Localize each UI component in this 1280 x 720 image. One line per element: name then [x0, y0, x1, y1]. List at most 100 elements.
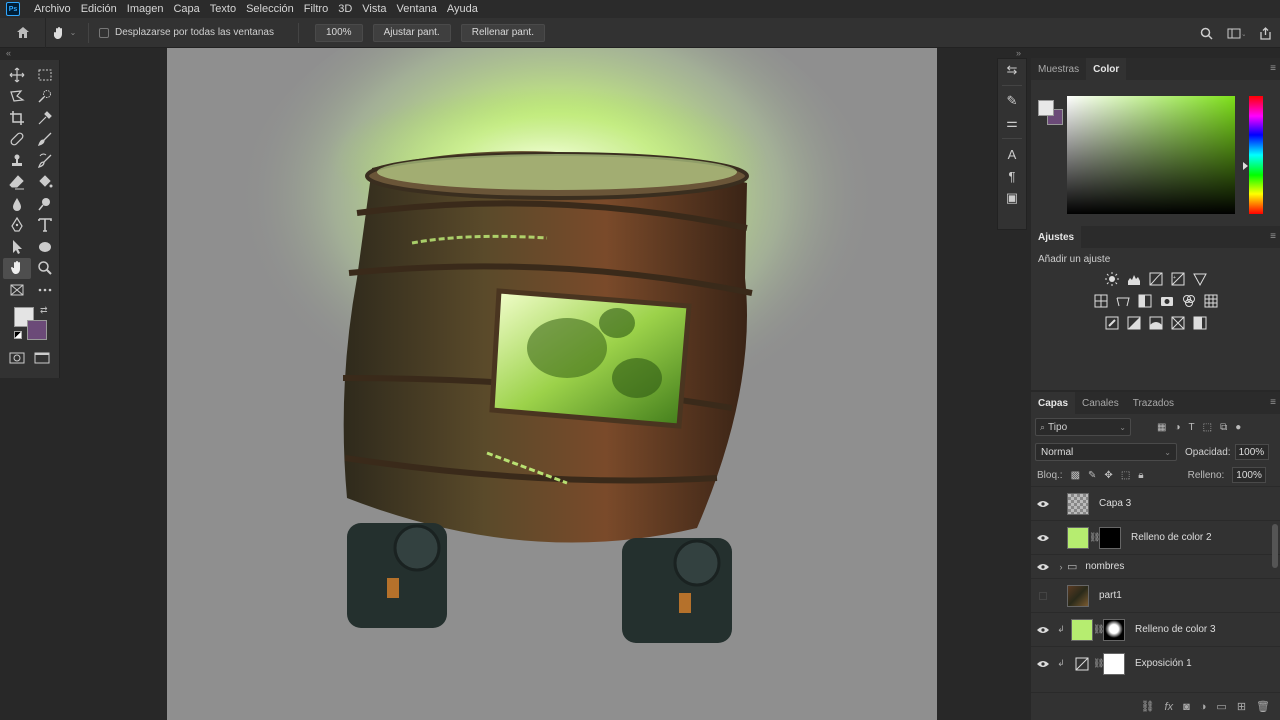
- share-icon[interactable]: [1259, 26, 1272, 40]
- eyedropper-tool[interactable]: [31, 107, 59, 129]
- history-brush-tool[interactable]: [31, 150, 59, 172]
- exposure-icon[interactable]: +: [1170, 271, 1186, 287]
- layer-row[interactable]: ↲ ⛓︎ Relleno de color 3: [1031, 612, 1280, 646]
- menu-edicion[interactable]: Edición: [77, 3, 121, 15]
- tab-color[interactable]: Color: [1086, 58, 1127, 80]
- dodge-tool[interactable]: [31, 193, 59, 215]
- shape-filter-icon[interactable]: ⬚: [1203, 422, 1212, 433]
- selective-color-icon[interactable]: [1170, 315, 1186, 331]
- menu-filtro[interactable]: Filtro: [300, 3, 332, 15]
- stamp-tool[interactable]: [3, 150, 31, 172]
- menu-3d[interactable]: 3D: [334, 3, 356, 15]
- chevron-right-icon[interactable]: ›: [1055, 562, 1067, 572]
- lock-transparency-icon[interactable]: ▩: [1071, 470, 1080, 481]
- trash-icon[interactable]: 🗑︎: [1256, 700, 1270, 713]
- type-filter-icon[interactable]: T: [1189, 422, 1195, 433]
- tab-capas[interactable]: Capas: [1031, 392, 1076, 414]
- chain-link-icon[interactable]: ⛓︎: [1089, 532, 1100, 543]
- visibility-eye-icon[interactable]: [1031, 626, 1055, 634]
- quick-mask-icon[interactable]: [9, 351, 25, 365]
- new-layer-icon[interactable]: ⊞: [1237, 700, 1246, 713]
- search-icon[interactable]: [1200, 27, 1213, 40]
- paint-bucket-tool[interactable]: [31, 172, 59, 194]
- saturation-value-field[interactable]: [1067, 96, 1235, 214]
- lock-pixels-icon[interactable]: ✎: [1088, 470, 1096, 481]
- frame-tool[interactable]: [3, 279, 31, 301]
- paragraph-icon[interactable]: ¶: [998, 165, 1026, 187]
- panel-menu-icon[interactable]: ≡: [1270, 63, 1276, 74]
- blur-tool[interactable]: [3, 193, 31, 215]
- hue-marker[interactable]: [1243, 162, 1248, 170]
- history-icon[interactable]: ⇆: [998, 59, 1026, 81]
- brightness-icon[interactable]: [1104, 271, 1120, 287]
- menu-ayuda[interactable]: Ayuda: [443, 3, 482, 15]
- menu-capa[interactable]: Capa: [169, 3, 203, 15]
- levels-icon[interactable]: [1126, 271, 1142, 287]
- layer-row[interactable]: ⛓︎ Relleno de color 2: [1031, 520, 1280, 554]
- home-button[interactable]: [0, 17, 46, 48]
- gradient-map-icon[interactable]: [1192, 315, 1208, 331]
- quick-select-tool[interactable]: [31, 86, 59, 108]
- menu-texto[interactable]: Texto: [206, 3, 240, 15]
- workspace-icon[interactable]: ⌄: [1227, 27, 1245, 40]
- zoom-tool[interactable]: [31, 258, 59, 280]
- visibility-eye-icon[interactable]: [1031, 660, 1055, 668]
- filter-toggle-icon[interactable]: ●: [1235, 422, 1241, 433]
- lock-artboard-icon[interactable]: ⬚: [1121, 470, 1130, 481]
- menu-imagen[interactable]: Imagen: [123, 3, 168, 15]
- visibility-eye-icon[interactable]: [1031, 500, 1055, 508]
- hand-tool-preset[interactable]: ⌄: [46, 26, 82, 40]
- color-lookup-icon[interactable]: [1203, 293, 1219, 309]
- panel-menu-icon[interactable]: ≡: [1270, 397, 1276, 408]
- swap-colors-icon[interactable]: ⇄: [40, 305, 48, 316]
- new-adjustment-icon[interactable]: ◑: [1200, 701, 1207, 713]
- move-tool[interactable]: [3, 64, 31, 86]
- pen-tool[interactable]: [3, 215, 31, 237]
- layers-scrollbar[interactable]: [1272, 524, 1278, 568]
- channel-mixer-icon[interactable]: [1181, 293, 1197, 309]
- link-layers-icon[interactable]: ⛓︎: [1141, 700, 1155, 713]
- chain-link-icon[interactable]: ⛓︎: [1093, 658, 1104, 669]
- fill-screen-button[interactable]: Rellenar pant.: [460, 23, 545, 42]
- eraser-tool[interactable]: [3, 172, 31, 194]
- lock-position-icon[interactable]: ✥: [1104, 470, 1112, 481]
- curves-icon[interactable]: [1148, 271, 1164, 287]
- color-foreground-swatch[interactable]: [1038, 100, 1054, 116]
- brush-settings-icon[interactable]: ✎: [998, 90, 1026, 112]
- add-mask-icon[interactable]: ◙: [1183, 701, 1190, 713]
- menu-seleccion[interactable]: Selección: [242, 3, 298, 15]
- adjustment-filter-icon[interactable]: ◑: [1174, 422, 1180, 433]
- path-select-tool[interactable]: [3, 236, 31, 258]
- layer-row[interactable]: ↲ ⛓︎ Exposición 1: [1031, 646, 1280, 680]
- smart-object-filter-icon[interactable]: ⧉: [1220, 422, 1227, 433]
- healing-brush-tool[interactable]: [3, 129, 31, 151]
- invert-icon[interactable]: [1104, 315, 1120, 331]
- document-canvas[interactable]: [167, 48, 937, 720]
- glyphs-icon[interactable]: ▣: [998, 187, 1026, 209]
- tab-trazados[interactable]: Trazados: [1126, 392, 1181, 414]
- hue-saturation-icon[interactable]: [1093, 293, 1109, 309]
- zoom-100-button[interactable]: 100%: [314, 23, 363, 42]
- screen-mode-icon[interactable]: [34, 351, 50, 365]
- layer-group-row[interactable]: › ▭ nombres: [1031, 554, 1280, 578]
- brush-tool[interactable]: [31, 129, 59, 151]
- panel-menu-icon[interactable]: ≡: [1270, 231, 1276, 242]
- tab-canales[interactable]: Canales: [1075, 392, 1126, 414]
- opacity-input[interactable]: 100%: [1234, 444, 1269, 460]
- posterize-icon[interactable]: [1126, 315, 1142, 331]
- photo-filter-icon[interactable]: [1159, 293, 1175, 309]
- hand-tool[interactable]: [3, 257, 31, 279]
- menu-vista[interactable]: Vista: [358, 3, 390, 15]
- color-balance-icon[interactable]: [1115, 293, 1131, 309]
- default-colors-icon[interactable]: [14, 330, 22, 339]
- layer-row[interactable]: Capa 3: [1031, 486, 1280, 520]
- hue-slider[interactable]: [1249, 96, 1263, 214]
- crop-tool[interactable]: [3, 107, 31, 129]
- tab-muestras[interactable]: Muestras: [1031, 58, 1086, 80]
- scroll-all-checkbox[interactable]: [99, 27, 109, 38]
- menu-ventana[interactable]: Ventana: [393, 3, 441, 15]
- pixel-filter-icon[interactable]: ▦: [1157, 422, 1166, 433]
- chain-link-icon[interactable]: ⛓︎: [1093, 624, 1104, 635]
- lasso-tool[interactable]: [3, 86, 31, 108]
- blend-mode-select[interactable]: Normal ⌄: [1035, 443, 1177, 461]
